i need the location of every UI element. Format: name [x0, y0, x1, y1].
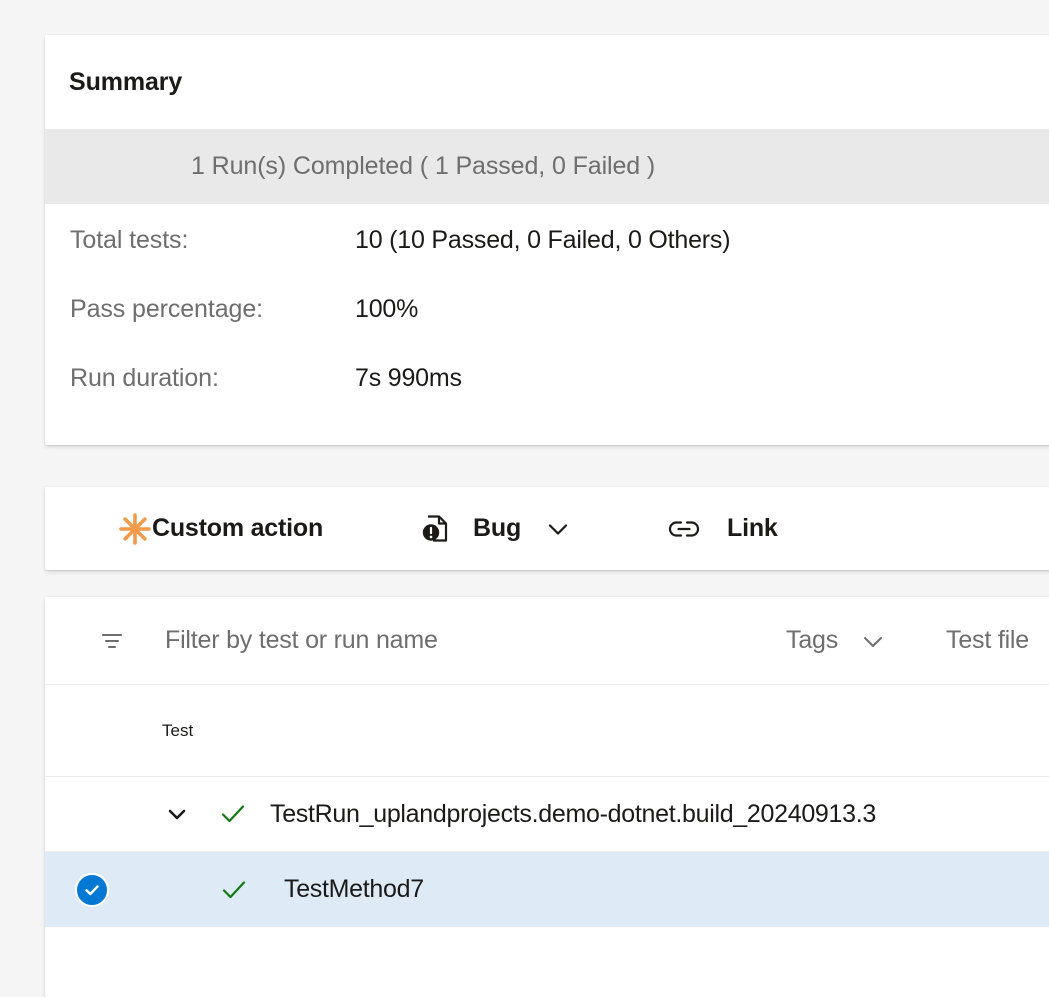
bug-label: Bug	[473, 514, 521, 543]
tags-filter-dropdown[interactable]: Tags	[786, 626, 888, 656]
chevron-down-icon	[858, 626, 888, 656]
stat-value-total-tests: 10 (10 Passed, 0 Failed, 0 Others)	[355, 226, 730, 255]
stat-row-run-duration: Run duration: 7s 990ms	[45, 364, 1049, 433]
stat-row-total-tests: Total tests: 10 (10 Passed, 0 Failed, 0 …	[45, 226, 1049, 295]
row-selection-checkbox[interactable]	[62, 873, 122, 907]
stat-value-pass-percentage: 100%	[355, 295, 418, 324]
table-column-header: Test	[45, 685, 1049, 777]
bug-button[interactable]: Bug	[419, 487, 573, 570]
run-status-text: 1 Run(s) Completed ( 1 Passed, 0 Failed …	[191, 152, 655, 181]
custom-action-button[interactable]: Custom action	[118, 487, 323, 570]
filter-icon	[97, 626, 127, 656]
stat-label-total-tests: Total tests:	[45, 226, 355, 255]
test-method-name: TestMethod7	[284, 875, 424, 904]
chevron-down-icon[interactable]	[543, 514, 573, 544]
stat-label-pass-percentage: Pass percentage:	[45, 295, 355, 324]
check-icon	[219, 875, 249, 905]
filter-bar: Filter by test or run name Tags Test fil…	[45, 597, 1049, 685]
check-icon	[218, 799, 248, 829]
checked-circle-icon	[75, 873, 109, 907]
custom-action-label: Custom action	[152, 514, 323, 543]
test-file-filter-dropdown[interactable]: Test file	[946, 626, 1049, 656]
table-row[interactable]: TestMethod7	[45, 852, 1049, 927]
test-file-filter-label: Test file	[946, 626, 1029, 655]
test-results-card: Filter by test or run name Tags Test fil…	[45, 597, 1049, 997]
test-run-name: TestRun_uplandprojects.demo-dotnet.build…	[270, 800, 876, 829]
search-input[interactable]: Filter by test or run name	[97, 626, 786, 656]
search-input-placeholder: Filter by test or run name	[165, 626, 438, 655]
stat-value-run-duration: 7s 990ms	[355, 364, 462, 393]
run-status-banner: 1 Run(s) Completed ( 1 Passed, 0 Failed …	[45, 129, 1049, 204]
summary-card: Summary 1 Run(s) Completed ( 1 Passed, 0…	[45, 35, 1049, 445]
stat-label-run-duration: Run duration:	[45, 364, 355, 393]
stat-row-pass-percentage: Pass percentage: 100%	[45, 295, 1049, 364]
link-button[interactable]: Link	[667, 487, 778, 570]
page-title: Summary	[45, 35, 1049, 97]
asterisk-icon	[118, 512, 152, 546]
bug-document-icon	[419, 512, 453, 546]
chevron-down-icon[interactable]	[160, 802, 194, 826]
tags-filter-label: Tags	[786, 626, 838, 655]
column-header-test[interactable]: Test	[162, 721, 193, 741]
actions-toolbar: Custom action Bug	[45, 487, 1049, 570]
link-label: Link	[727, 514, 778, 543]
link-icon	[667, 516, 701, 542]
table-row[interactable]: TestRun_uplandprojects.demo-dotnet.build…	[45, 777, 1049, 852]
summary-stats: Total tests: 10 (10 Passed, 0 Failed, 0 …	[45, 204, 1049, 433]
actions-toolbar-card: Custom action Bug	[45, 487, 1049, 570]
